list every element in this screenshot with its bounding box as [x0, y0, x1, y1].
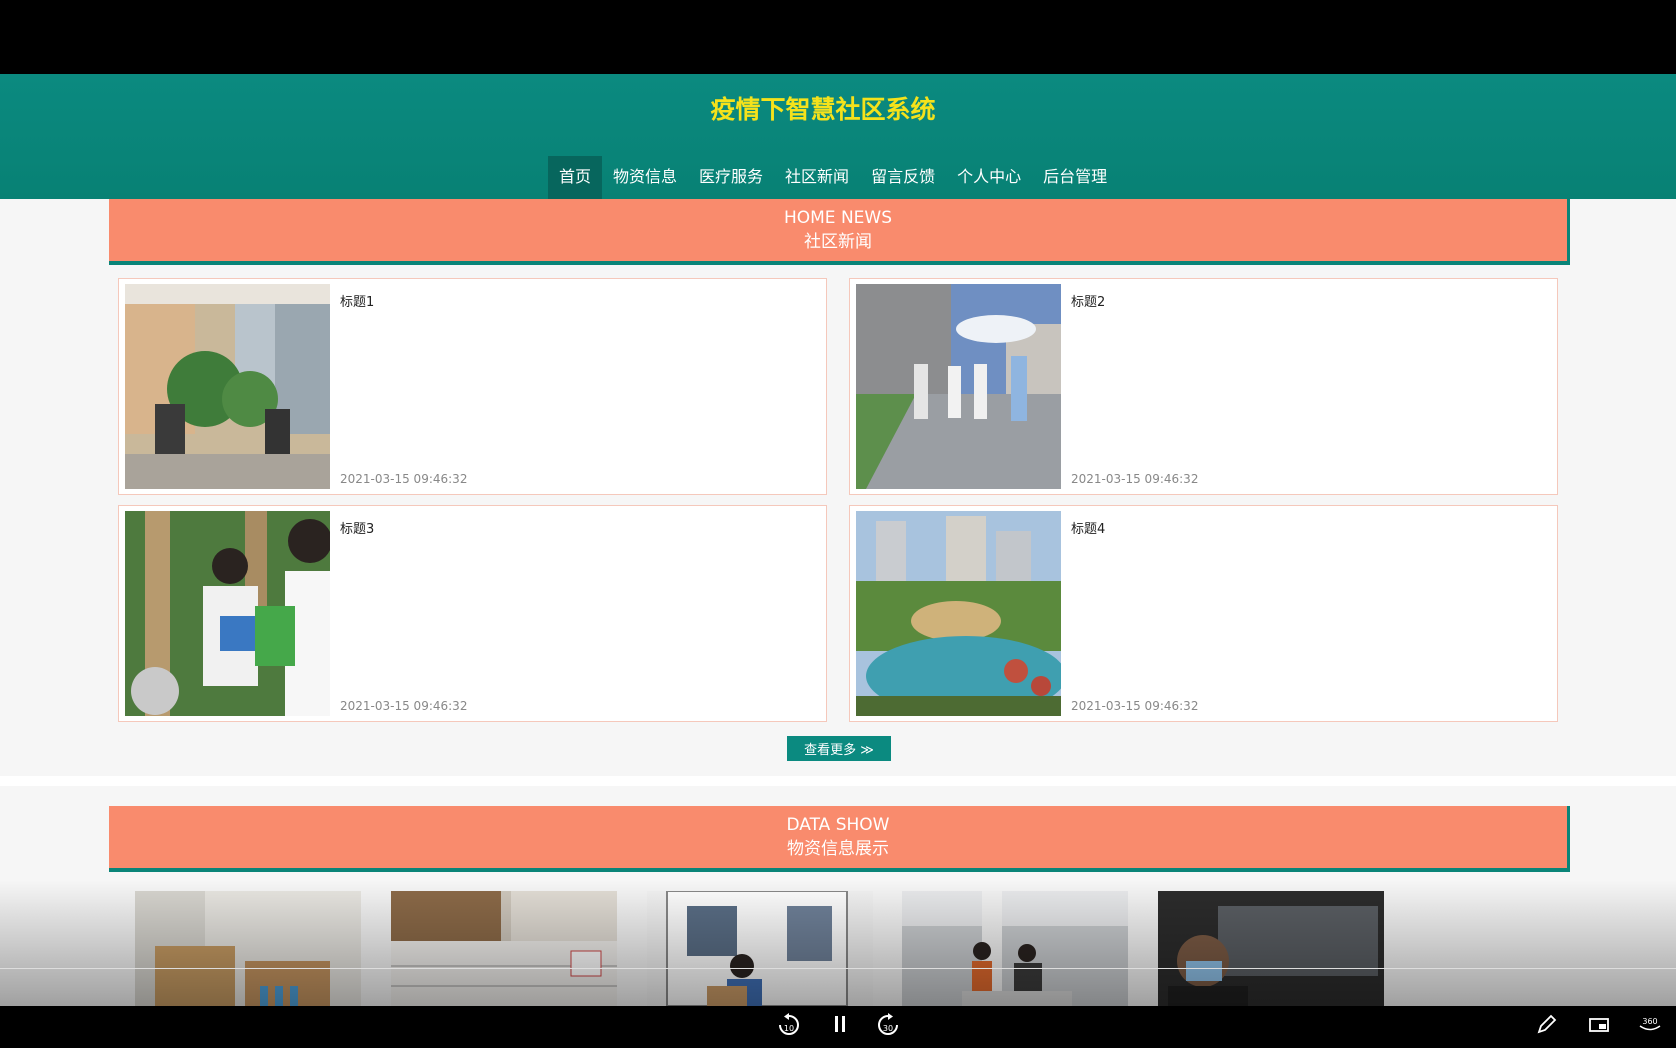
news-time: 2021-03-15 09:46:32 — [1071, 472, 1199, 486]
web-page: 疫情下智慧社区系统 首页 物资信息 医疗服务 社区新闻 留言反馈 个人中心 后台… — [0, 74, 1676, 1006]
pause-icon[interactable] — [832, 1014, 848, 1039]
news-card[interactable]: 标题1 2021-03-15 09:46:32 — [118, 278, 827, 495]
news-time: 2021-03-15 09:46:32 — [340, 472, 468, 486]
material-thumbnail[interactable] — [391, 891, 617, 1006]
material-thumbnail[interactable] — [902, 891, 1128, 1006]
view-more-button[interactable]: 查看更多 ≫ — [787, 736, 891, 761]
nav-item-home[interactable]: 首页 — [548, 156, 603, 199]
video-top-bar — [0, 0, 1676, 74]
forward-30-icon[interactable]: 30 — [875, 1012, 901, 1043]
360-icon[interactable]: 360 — [1638, 1013, 1662, 1040]
rewind-label: 10 — [784, 1024, 794, 1033]
news-section-title-en: HOME NEWS — [783, 208, 893, 228]
site-title: 疫情下智慧社区系统 — [710, 95, 936, 124]
news-time: 2021-03-15 09:46:32 — [340, 699, 468, 713]
nav-item-news[interactable]: 社区新闻 — [774, 156, 860, 199]
data-section-title-cn: 物资信息展示 — [787, 839, 889, 859]
news-title[interactable]: 标题2 — [1071, 291, 1105, 310]
rewind-10-icon[interactable]: 10 — [776, 1012, 802, 1043]
news-thumbnail[interactable] — [856, 511, 1061, 716]
news-thumbnail[interactable] — [856, 284, 1061, 489]
news-title[interactable]: 标题1 — [340, 291, 374, 310]
nav-item-medical[interactable]: 医疗服务 — [688, 156, 774, 199]
forward-label: 30 — [883, 1024, 893, 1033]
news-time: 2021-03-15 09:46:32 — [1071, 699, 1199, 713]
site-header: 疫情下智慧社区系统 首页 物资信息 医疗服务 社区新闻 留言反馈 个人中心 后台… — [0, 74, 1676, 199]
news-section-title-cn: 社区新闻 — [804, 232, 872, 252]
news-thumbnail[interactable] — [125, 511, 330, 716]
news-title[interactable]: 标题3 — [340, 518, 374, 537]
material-thumbnail[interactable] — [135, 891, 361, 1006]
news-thumbnail[interactable] — [125, 284, 330, 489]
news-title[interactable]: 标题4 — [1071, 518, 1105, 537]
news-card[interactable]: 标题2 2021-03-15 09:46:32 — [849, 278, 1558, 495]
material-thumbnail[interactable] — [1158, 891, 1384, 1006]
nav-item-materials[interactable]: 物资信息 — [602, 156, 688, 199]
data-section-title-en: DATA SHOW — [786, 815, 890, 835]
nav-item-profile[interactable]: 个人中心 — [946, 156, 1032, 199]
data-section-header: DATA SHOW 物资信息展示 — [109, 806, 1570, 872]
section-divider — [0, 776, 1676, 786]
material-thumbnail[interactable] — [647, 891, 873, 1006]
svg-text:360: 360 — [1642, 1017, 1657, 1026]
pen-icon[interactable] — [1536, 1013, 1558, 1040]
main-nav: 首页 物资信息 医疗服务 社区新闻 留言反馈 个人中心 后台管理 — [548, 156, 1118, 199]
news-card[interactable]: 标题3 2021-03-15 09:46:32 — [118, 505, 827, 722]
nav-item-admin[interactable]: 后台管理 — [1032, 156, 1118, 199]
screen-icon[interactable] — [1588, 1015, 1610, 1039]
nav-item-feedback[interactable]: 留言反馈 — [860, 156, 946, 199]
video-progress-bar[interactable] — [0, 968, 1676, 969]
news-section-header: HOME NEWS 社区新闻 — [109, 199, 1570, 265]
news-card[interactable]: 标题4 2021-03-15 09:46:32 — [849, 505, 1558, 722]
